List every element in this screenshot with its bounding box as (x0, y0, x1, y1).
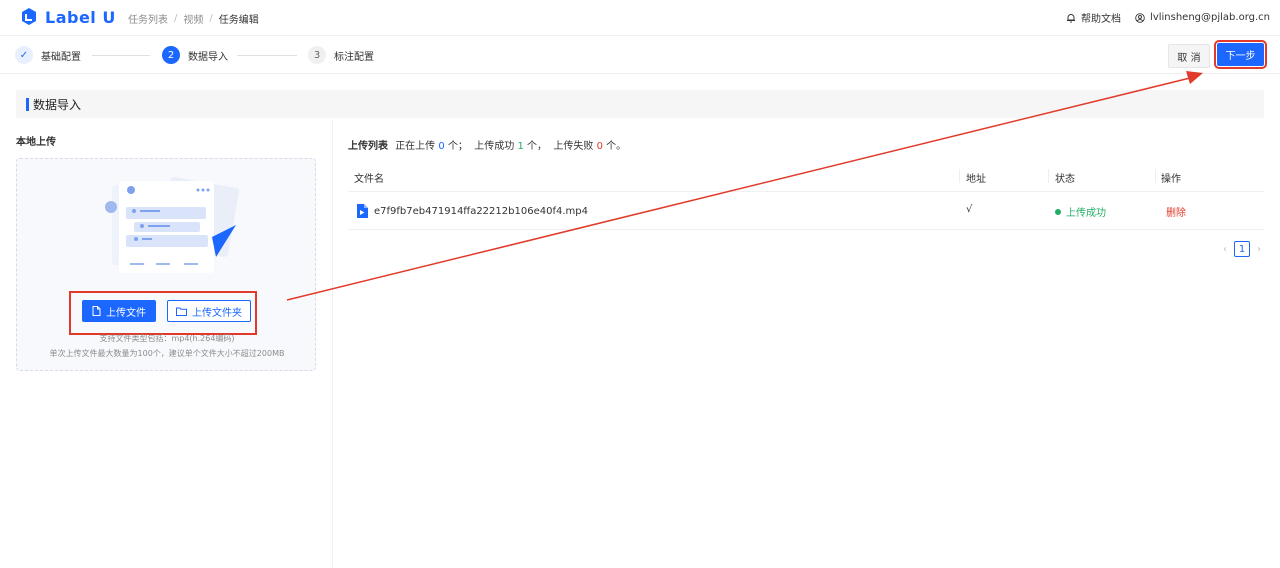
bell-icon (1067, 13, 1076, 23)
table-header: 文件名 地址 状态 操作 (348, 160, 1264, 192)
upload-dropzone[interactable]: 上传文件 上传文件夹 支持文件类型包括：mp4(h.264编码) 单次上传文件最… (16, 158, 316, 371)
success-count: 1 (517, 141, 524, 152)
step-connector (92, 55, 150, 56)
column-header-filename: 文件名 (354, 174, 384, 185)
step-annotation-config[interactable]: 3 标注配置 (308, 46, 374, 64)
breadcrumb: 任务列表 / 视频 / 任务编辑 (128, 11, 259, 26)
folder-icon (176, 307, 187, 316)
upload-folder-button[interactable]: 上传文件夹 (167, 300, 251, 322)
app-logo[interactable]: Label U (19, 7, 116, 27)
address-cell: √ (966, 204, 973, 215)
status-badge: 上传成功 (1066, 208, 1106, 219)
uploading-count: 0 (438, 141, 445, 152)
section-accent-bar (26, 97, 29, 111)
user-menu[interactable]: lvlinsheng@pjlab.org.cn (1135, 12, 1270, 23)
step-label: 基础配置 (41, 51, 81, 63)
step-data-import[interactable]: 2 数据导入 (162, 46, 228, 64)
uploading-text: 正在上传 (395, 141, 436, 152)
breadcrumb-separator: / (209, 13, 213, 24)
unit-text: 个。 (606, 141, 627, 152)
filename-text: e7f9fb7eb471914ffa22212b106e40f4.mp4 (374, 205, 588, 217)
unit-text: 个， (527, 141, 548, 152)
upload-summary: 上传列表 正在上传 0 个； 上传成功 1 个， 上传失败 0 个。 (348, 137, 626, 152)
next-page-icon[interactable]: › (1252, 244, 1266, 255)
column-separator (959, 169, 960, 183)
step-label: 标注配置 (334, 51, 374, 63)
column-header-action: 操作 (1161, 174, 1181, 185)
local-upload-title: 本地上传 (16, 137, 56, 148)
step-number: 2 (162, 46, 180, 64)
header-right: 帮助文档 lvlinsheng@pjlab.org.cn (1052, 10, 1270, 25)
prev-page-icon[interactable]: ‹ (1218, 244, 1232, 255)
help-docs-link[interactable]: 帮助文档 (1066, 10, 1121, 25)
column-header-address: 地址 (966, 174, 986, 185)
step-basic-config[interactable]: ✓ 基础配置 (15, 46, 81, 64)
column-header-status: 状态 (1055, 174, 1075, 185)
pagination: ‹ 1 › (1218, 241, 1266, 257)
upload-list-label: 上传列表 (348, 141, 388, 152)
column-separator (1155, 169, 1156, 183)
video-file-icon (357, 204, 368, 218)
check-icon: ✓ (15, 46, 33, 64)
panel-divider (332, 120, 333, 568)
breadcrumb-video[interactable]: 视频 (183, 11, 203, 26)
failed-count: 0 (596, 141, 603, 152)
upload-buttons-group: 上传文件 上传文件夹 (69, 291, 257, 335)
breadcrumb-separator: / (174, 13, 178, 24)
logo-text: Label U (45, 7, 116, 27)
breadcrumb-current: 任务编辑 (218, 15, 259, 26)
filename-cell: e7f9fb7eb471914ffa22212b106e40f4.mp4 (356, 204, 588, 218)
steps-bar: ✓ 基础配置 2 数据导入 3 标注配置 取 消 下一步 (0, 36, 1280, 74)
step-number: 3 (308, 46, 326, 64)
breadcrumb-task-list[interactable]: 任务列表 (128, 11, 168, 26)
step-connector (237, 55, 297, 56)
delete-link[interactable]: 删除 (1166, 204, 1186, 219)
upload-illustration-icon (105, 177, 239, 273)
next-step-button[interactable]: 下一步 (1214, 40, 1267, 69)
step-label: 数据导入 (188, 51, 228, 63)
upload-file-button[interactable]: 上传文件 (82, 300, 156, 322)
user-icon (1135, 12, 1145, 23)
logo-icon (22, 8, 36, 25)
upload-file-label: 上传文件 (106, 307, 146, 319)
page-1-button[interactable]: 1 (1234, 241, 1250, 257)
failed-text: 上传失败 (553, 141, 594, 152)
upload-folder-label: 上传文件夹 (192, 307, 242, 319)
upload-table: 文件名 地址 状态 操作 e7f9fb7eb471914ffa22212b106… (348, 160, 1264, 230)
status-dot-icon (1055, 208, 1061, 215)
unit-text: 个； (447, 141, 468, 152)
top-bar: Label U 任务列表 / 视频 / 任务编辑 帮助文档 lvlinsheng… (0, 0, 1280, 36)
cancel-button[interactable]: 取 消 (1168, 44, 1210, 68)
user-email: lvlinsheng@pjlab.org.cn (1150, 12, 1270, 23)
upload-hint-types: 支持文件类型包括：mp4(h.264编码) (99, 334, 235, 343)
file-icon (92, 306, 101, 316)
section-header: 数据导入 (16, 90, 1264, 118)
status-cell: 上传成功 (1055, 204, 1106, 219)
success-text: 上传成功 (474, 141, 515, 152)
upload-hint-limit: 单次上传文件最大数量为100个，建议单个文件大小不超过200MB (49, 349, 285, 358)
help-docs-label: 帮助文档 (1081, 14, 1122, 25)
table-row: e7f9fb7eb471914ffa22212b106e40f4.mp4 √ 上… (348, 192, 1264, 230)
section-title: 数据导入 (33, 97, 82, 112)
column-separator (1048, 169, 1049, 183)
